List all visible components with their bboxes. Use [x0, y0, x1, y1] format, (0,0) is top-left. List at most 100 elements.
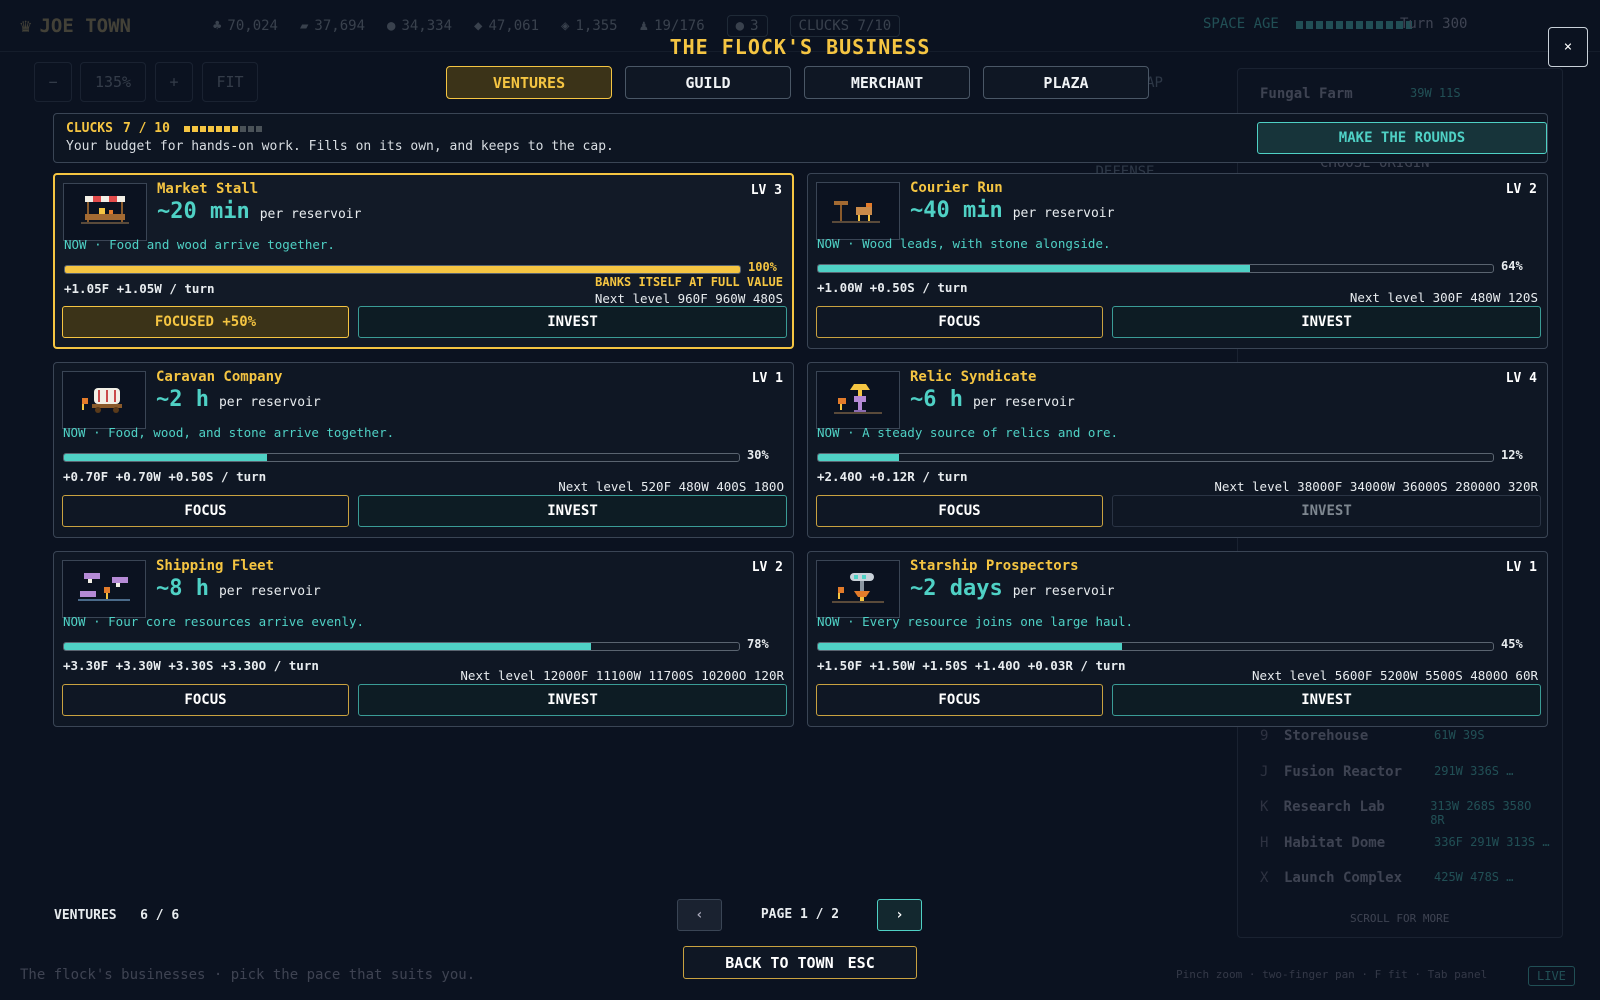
venture-level: LV 2 — [1505, 182, 1537, 197]
clucks-pip — [191, 125, 198, 132]
venture-card-shipping-fleet: Shipping Fleet LV 2 ~8 h per reservoir N… — [53, 551, 794, 727]
clucks-label: CLUCKS — [66, 121, 113, 136]
progress-fill — [65, 266, 740, 273]
invest-button: INVEST — [1112, 495, 1541, 527]
esc-key-hint: ESC — [847, 953, 875, 972]
business-dialog: THE FLOCK'S BUSINESS × VENTURES GUILD ME… — [0, 0, 1600, 1000]
progress-percent: 64% — [1501, 259, 1523, 273]
venture-rate: ~2 h per reservoir — [156, 387, 321, 412]
starship-icon — [832, 573, 884, 603]
venture-thumbnail — [62, 560, 146, 618]
venture-name: Shipping Fleet — [156, 558, 275, 574]
venture-rate: ~8 h per reservoir — [156, 576, 321, 601]
progress-percent: 45% — [1501, 637, 1523, 651]
rate-value: ~8 h — [156, 576, 209, 601]
tab-guild[interactable]: GUILD — [625, 66, 791, 99]
focus-button[interactable]: FOCUSED +50% — [62, 306, 349, 338]
rate-unit: per reservoir — [1012, 584, 1115, 599]
venture-level: LV 1 — [1505, 560, 1537, 575]
rate-unit: per reservoir — [218, 584, 321, 599]
venture-thumbnail — [816, 560, 900, 618]
progress-fill — [818, 643, 1122, 650]
clucks-pip — [183, 125, 190, 132]
rate-value: ~2 h — [156, 387, 209, 412]
rate-value: ~40 min — [910, 198, 1003, 223]
rate-value: ~2 days — [910, 576, 1003, 601]
venture-yield: +2.40O +0.12R / turn — [817, 469, 968, 484]
venture-level: LV 2 — [751, 560, 783, 575]
tab-bar: VENTURES GUILD MERCHANT PLAZA — [446, 66, 1149, 99]
focus-button[interactable]: FOCUS — [816, 684, 1103, 716]
clucks-pip — [207, 125, 214, 132]
venture-name: Courier Run — [910, 180, 1003, 196]
invest-button[interactable]: INVEST — [1112, 306, 1541, 338]
venture-card-courier-run: Courier Run LV 2 ~40 min per reservoir N… — [807, 173, 1548, 349]
progress-bar — [64, 265, 741, 274]
focus-button[interactable]: FOCUS — [816, 495, 1103, 527]
next-level-cost: Next level 520F 480W 400S 180O — [558, 479, 784, 494]
make-the-rounds-button[interactable]: MAKE THE ROUNDS — [1257, 122, 1547, 154]
venture-now: NOW · Food and wood arrive together. — [64, 237, 335, 252]
venture-name: Market Stall — [157, 181, 259, 197]
venture-thumbnail — [63, 183, 147, 241]
clucks-pip — [199, 125, 206, 132]
venture-thumbnail — [62, 371, 146, 429]
invest-button[interactable]: INVEST — [358, 684, 787, 716]
progress-fill — [64, 643, 591, 650]
rate-unit: per reservoir — [1012, 206, 1115, 221]
progress-percent: 12% — [1501, 448, 1523, 462]
next-level-cost: Next level 960F 960W 480S — [594, 291, 783, 306]
clucks-pip — [231, 125, 238, 132]
next-level-cost: Next level 38000F 34000W 36000S 28000O 3… — [1214, 479, 1538, 494]
progress-bar — [63, 453, 740, 462]
invest-button[interactable]: INVEST — [358, 306, 787, 338]
clucks-value: 7 / 10 — [122, 121, 170, 136]
venture-level: LV 1 — [751, 371, 783, 386]
chevron-right-icon: › — [895, 907, 904, 923]
invest-button[interactable]: INVEST — [358, 495, 787, 527]
venture-now: NOW · A steady source of relics and ore. — [817, 425, 1119, 440]
clucks-pips — [183, 125, 262, 132]
venture-yield: +1.50F +1.50W +1.50S +1.40O +0.03R / tur… — [817, 658, 1126, 673]
rate-value: ~20 min — [157, 199, 250, 224]
venture-rate: ~6 h per reservoir — [910, 387, 1075, 412]
clucks-pip — [247, 125, 254, 132]
venture-yield: +3.30F +3.30W +3.30S +3.30O / turn — [63, 658, 319, 673]
back-to-town-button[interactable]: BACK TO TOWN ESC — [683, 946, 917, 979]
ventures-grid: Market Stall LV 3 ~20 min per reservoir … — [53, 173, 1548, 727]
next-page-button[interactable]: › — [877, 899, 922, 931]
relic-icon — [834, 384, 882, 414]
tab-plaza[interactable]: PLAZA — [983, 66, 1149, 99]
chevron-left-icon: ‹ — [695, 907, 704, 923]
tab-ventures[interactable]: VENTURES — [446, 66, 612, 99]
clucks-pip — [223, 125, 230, 132]
progress-fill — [818, 265, 1250, 272]
venture-name: Relic Syndicate — [910, 369, 1037, 385]
progress-percent: 78% — [747, 637, 769, 651]
market-stall-icon — [81, 196, 129, 224]
focus-button[interactable]: FOCUS — [62, 495, 349, 527]
next-level-cost: Next level 5600F 5200W 5500S 4800O 60R — [1252, 668, 1538, 683]
progress-percent: 30% — [747, 448, 769, 462]
courier-icon — [832, 201, 880, 223]
progress-bar — [817, 642, 1494, 651]
progress-bar — [817, 264, 1494, 273]
close-button[interactable]: × — [1548, 27, 1588, 67]
invest-button[interactable]: INVEST — [1112, 684, 1541, 716]
prev-page-button[interactable]: ‹ — [677, 899, 722, 931]
venture-rate: ~20 min per reservoir — [157, 199, 361, 224]
venture-thumbnail — [816, 371, 900, 429]
venture-yield: +0.70F +0.70W +0.50S / turn — [63, 469, 267, 484]
venture-rate: ~2 days per reservoir — [910, 576, 1114, 601]
rate-unit: per reservoir — [259, 207, 362, 222]
venture-yield: +1.00W +0.50S / turn — [817, 280, 968, 295]
focus-button[interactable]: FOCUS — [62, 684, 349, 716]
venture-name: Caravan Company — [156, 369, 283, 385]
venture-now: NOW · Every resource joins one large hau… — [817, 614, 1134, 629]
banks-note: BANKS ITSELF AT FULL VALUE — [595, 275, 783, 289]
venture-thumbnail — [816, 182, 900, 240]
next-level-cost: Next level 300F 480W 120S — [1349, 290, 1538, 305]
tab-merchant[interactable]: MERCHANT — [804, 66, 970, 99]
venture-card-market-stall: Market Stall LV 3 ~20 min per reservoir … — [53, 173, 794, 349]
focus-button[interactable]: FOCUS — [816, 306, 1103, 338]
